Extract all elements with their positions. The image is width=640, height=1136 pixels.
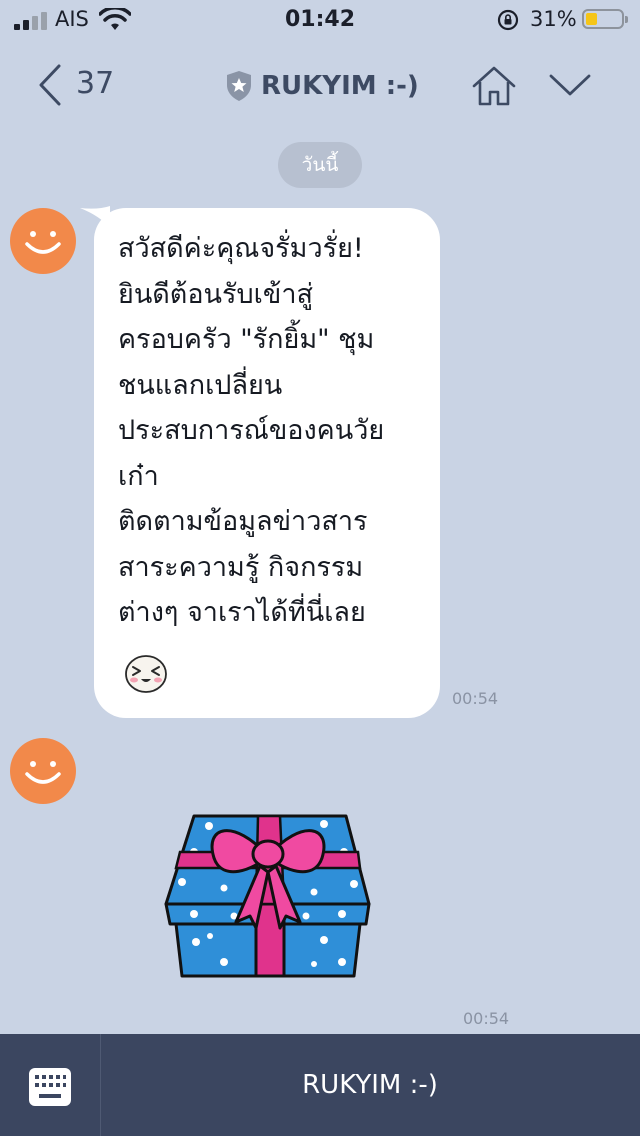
bottom-bar: RUKYIM :-) (0, 1034, 640, 1136)
chat-header: 37 RUKYIM :-) (0, 40, 640, 132)
laughing-emoji-sticker (125, 655, 167, 693)
battery-percent: 31% (530, 7, 577, 31)
keyboard-icon (29, 1068, 71, 1106)
message-bubble[interactable]: สวัสดีค่ะคุณจรั่มวรั่ย! ยินดีต้อนรับเข้า… (94, 208, 440, 718)
chevron-down-icon[interactable] (548, 72, 592, 98)
back-chevron-icon (39, 64, 61, 106)
unread-count: 37 (76, 66, 115, 101)
message-line: ประสบการณ์ของคนวัย (118, 415, 385, 446)
message-line: สวัสดีค่ะคุณจรั่มวรั่ย! (118, 233, 364, 264)
smile-avatar-icon (25, 231, 61, 254)
chat-title: RUKYIM :-) (261, 71, 419, 101)
rotation-lock-icon (497, 9, 519, 31)
keyboard-button[interactable] (0, 1034, 101, 1136)
battery-icon (582, 9, 628, 29)
date-divider: วันนี้ (278, 142, 362, 188)
message-line: ชนแลกเปลี่ยน (118, 369, 283, 401)
avatar[interactable] (10, 738, 76, 804)
message-line: ครอบครัว "รักยิ้ม" ชุม (118, 324, 375, 355)
smile-avatar-icon (25, 761, 61, 784)
message-time: 00:54 (463, 1009, 510, 1028)
message-time: 00:54 (452, 689, 499, 708)
shield-star-icon (227, 71, 251, 101)
message-line: ต่างๆ จาเราได้ที่นี่เลย (118, 597, 366, 628)
gift-box-sticker[interactable] (164, 812, 374, 980)
status-bar: AIS 01:42 31% (0, 0, 640, 40)
avatar[interactable] (10, 208, 76, 274)
message-line: สาระความรู้ กิจกรรม (118, 551, 364, 583)
rich-menu-label[interactable]: RUKYIM :-) (100, 1034, 640, 1136)
chat-title-area[interactable]: RUKYIM :-) (225, 66, 419, 106)
back-button[interactable]: 37 (38, 60, 118, 110)
home-icon[interactable] (470, 64, 518, 108)
message-line: ติดตามข้อมูลข่าวสาร (118, 506, 368, 537)
message-line: ยินดีต้อนรับเข้าสู่ (118, 278, 313, 310)
message-line: เก๋า (118, 460, 159, 492)
